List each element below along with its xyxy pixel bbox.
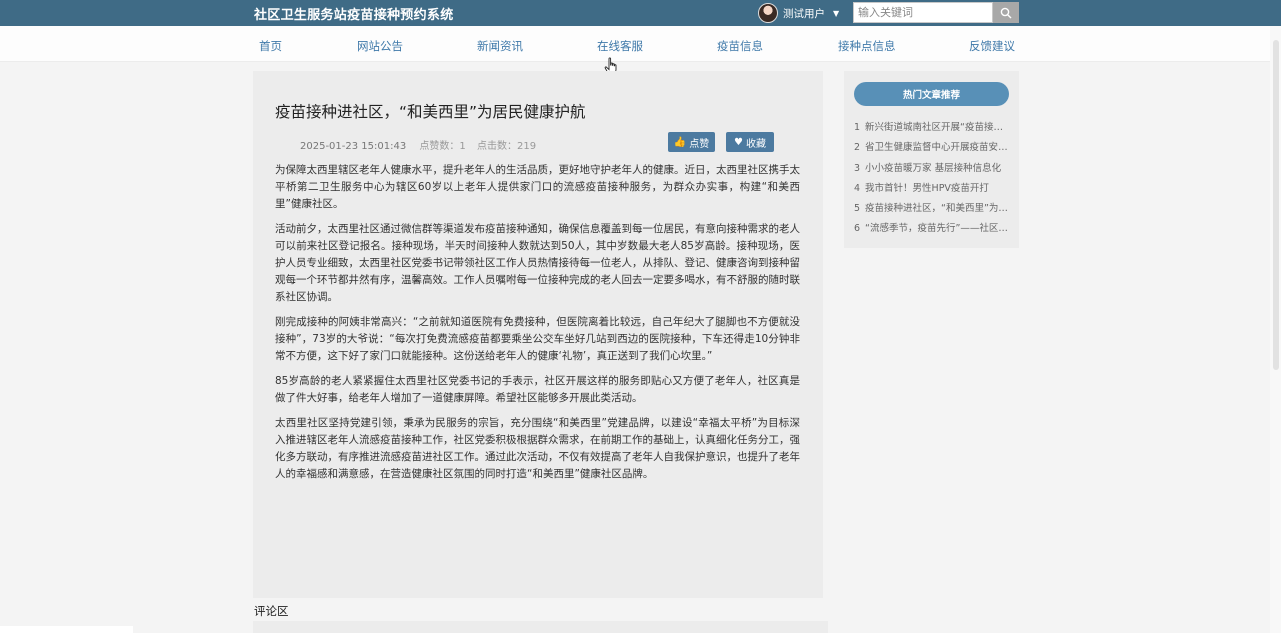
hot-article-number: 2 <box>854 142 861 154</box>
comments-area[interactable] <box>253 621 828 633</box>
avatar[interactable] <box>758 3 778 23</box>
hot-articles-sidebar: 热门文章推荐 1 新兴街道城南社区开展“疫苗接种进社区”活动 2 省卫生健康监督中心… <box>844 71 1019 248</box>
hot-article-number: 1 <box>854 122 861 133</box>
hot-article-item[interactable]: 6 “流感季节，疫苗先行”——社区接种活动 <box>854 220 1012 240</box>
hot-articles-heading-button[interactable]: 热门文章推荐 <box>854 82 1009 106</box>
article-meta: 2025-01-23 15:01:43 点赞数：1 点击数：219 <box>300 137 544 152</box>
hot-article-item[interactable]: 3 小小疫苗暖万家 基层接种信息化 <box>854 160 1012 180</box>
nav-vaccine-info[interactable]: 疫苗信息 <box>717 38 763 54</box>
hot-article-title[interactable]: 小小疫苗暖万家 基层接种信息化 <box>865 163 1001 174</box>
user-menu[interactable]: 测试用户 ▼ <box>758 2 839 24</box>
search-icon <box>1000 7 1012 18</box>
hot-article-title[interactable]: 省卫生健康监督中心开展疫苗安全检查 <box>865 142 1012 153</box>
article-paragraph: 85岁高龄的老人紧紧握住太西里社区党委书记的手表示，社区开展这样的服务即贴心又方… <box>275 375 800 404</box>
page-scrollbar-thumb[interactable] <box>1273 40 1279 370</box>
nav-online-service[interactable]: 在线客服 <box>597 38 643 54</box>
article-date: 2025-01-23 15:01:43 <box>300 141 407 152</box>
thumbs-up-icon: 👍 <box>673 136 687 148</box>
hot-article-number: 5 <box>854 203 861 215</box>
main-nav: 首页 网站公告 新闻资讯 在线客服 疫苗信息 接种点信息 反馈建议 <box>0 26 1281 62</box>
like-count: 点赞数：1 <box>419 141 466 152</box>
site-title[interactable]: 社区卫生服务站疫苗接种预约系统 <box>254 4 454 23</box>
heart-icon: ♥ <box>734 136 743 148</box>
hot-article-item[interactable]: 2 省卫生健康监督中心开展疫苗安全检查 <box>854 139 1012 159</box>
nav-home[interactable]: 首页 <box>259 38 282 54</box>
article-paragraph: 刚完成接种的阿姨非常高兴：“之前就知道医院有免费接种，但医院离着比较远，自己年纪… <box>275 316 800 362</box>
hot-article-title[interactable]: “流感季节，疫苗先行”——社区接种活动 <box>865 223 1012 234</box>
hot-article-number: 3 <box>854 162 861 174</box>
favorite-button[interactable]: ♥ 收藏 <box>726 132 774 152</box>
hot-article-number: 4 <box>854 182 861 194</box>
hot-article-item[interactable]: 4 我市首针！男性HPV疫苗开打 <box>854 180 1012 200</box>
hot-article-item[interactable]: 5 疫苗接种进社区，“和美西里”为居民健康护航 <box>854 200 1012 220</box>
footer-strip <box>0 626 133 633</box>
hot-article-title[interactable]: 新兴街道城南社区开展“疫苗接种进社区”活动 <box>865 122 1012 133</box>
article-panel: 疫苗接种进社区，“和美西里”为居民健康护航 2025-01-23 15:01:4… <box>253 71 823 598</box>
like-button[interactable]: 👍 点赞 <box>668 132 715 152</box>
nav-feedback[interactable]: 反馈建议 <box>969 38 1015 54</box>
hot-article-title[interactable]: 我市首针！男性HPV疫苗开打 <box>865 183 989 194</box>
comments-heading: 评论区 <box>254 604 289 618</box>
hot-article-title[interactable]: 疫苗接种进社区，“和美西里”为居民健康护航 <box>865 203 1012 214</box>
user-name[interactable]: 测试用户 <box>783 6 825 21</box>
article-title: 疫苗接种进社区，“和美西里”为居民健康护航 <box>275 103 586 121</box>
like-button-label: 点赞 <box>689 138 710 150</box>
article-paragraph: 活动前夕，太西里社区通过微信群等渠道发布疫苗接种通知，确保信息覆盖到每一位居民，… <box>275 223 800 303</box>
hot-article-item[interactable]: 1 新兴街道城南社区开展“疫苗接种进社区”活动 <box>854 119 1012 139</box>
nav-news[interactable]: 新闻资讯 <box>477 38 523 54</box>
article-paragraph: 为保障太西里辖区老年人健康水平，提升老年人的生活品质，更好地守护老年人的健康。近… <box>275 164 800 210</box>
hot-article-number: 6 <box>854 223 861 235</box>
top-header-bar: 社区卫生服务站疫苗接种预约系统 测试用户 ▼ <box>0 0 1281 26</box>
article-body: 为保障太西里辖区老年人健康水平，提升老年人的生活品质，更好地守护老年人的健康。近… <box>275 162 800 491</box>
search-button[interactable] <box>993 2 1019 23</box>
favorite-button-label: 收藏 <box>745 138 766 150</box>
hot-articles-list: 1 新兴街道城南社区开展“疫苗接种进社区”活动 2 省卫生健康监督中心开展疫苗安全检… <box>854 119 1012 241</box>
nav-vaccination-sites[interactable]: 接种点信息 <box>838 38 896 54</box>
click-count: 点击数：219 <box>476 141 537 152</box>
caret-down-icon[interactable]: ▼ <box>833 9 839 18</box>
article-paragraph: 太西里社区坚持党建引领，秉承为民服务的宗旨，充分围绕“和美西里”党建品牌，以建设… <box>275 417 800 480</box>
nav-announcements[interactable]: 网站公告 <box>357 38 403 54</box>
search-input[interactable] <box>853 2 993 23</box>
